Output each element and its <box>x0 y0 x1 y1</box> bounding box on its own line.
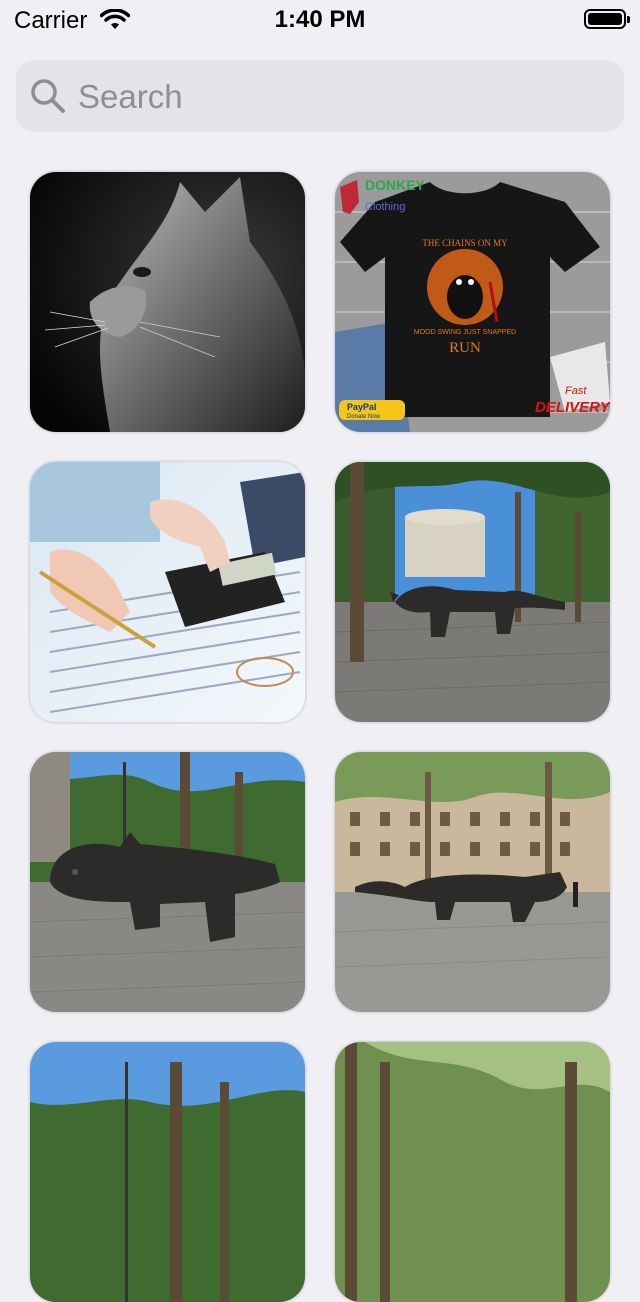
photo-image <box>335 462 610 722</box>
delivery-line1: Fast <box>565 385 587 397</box>
photo-image <box>30 172 305 432</box>
photo-cat-statue-3[interactable] <box>335 752 610 1012</box>
photo-street-trees-1[interactable] <box>30 1042 305 1302</box>
photo-image <box>30 752 305 1012</box>
photo-cat-statue-2[interactable] <box>30 752 305 1012</box>
photo-image <box>30 462 305 722</box>
photo-image: THE CHAINS ON MY MOOD SWING JUST SNAPPED… <box>335 172 610 432</box>
clock: 1:40 PM <box>274 6 366 33</box>
status-bar: Carrier 1:40 PM <box>0 0 640 40</box>
tshirt-line2: MOOD SWING JUST SNAPPED <box>414 329 516 336</box>
photo-image <box>335 1042 610 1302</box>
battery-icon <box>584 9 630 29</box>
search-icon <box>31 79 65 113</box>
photo-calculator-hands[interactable] <box>30 462 305 722</box>
paypal-label: PayPal <box>347 402 377 412</box>
search-input[interactable] <box>76 60 610 134</box>
tshirt-line1: THE CHAINS ON MY <box>422 238 508 248</box>
delivery-line2: DELIVERY <box>535 399 610 416</box>
search-bar[interactable] <box>16 60 624 134</box>
photo-gray-cat[interactable] <box>30 172 305 432</box>
photo-image <box>335 752 610 1012</box>
tshirt-line3: RUN <box>449 340 481 356</box>
donkey-brand: DONKEY <box>365 177 426 193</box>
photo-image <box>30 1042 305 1302</box>
paypal-sub: Donate Now <box>347 414 381 420</box>
photo-street-trees-2[interactable] <box>335 1042 610 1302</box>
photo-tshirt-product[interactable]: THE CHAINS ON MY MOOD SWING JUST SNAPPED… <box>335 172 610 432</box>
photo-cat-statue-1[interactable] <box>335 462 610 722</box>
donkey-brand-sub: Clothing <box>365 201 405 213</box>
